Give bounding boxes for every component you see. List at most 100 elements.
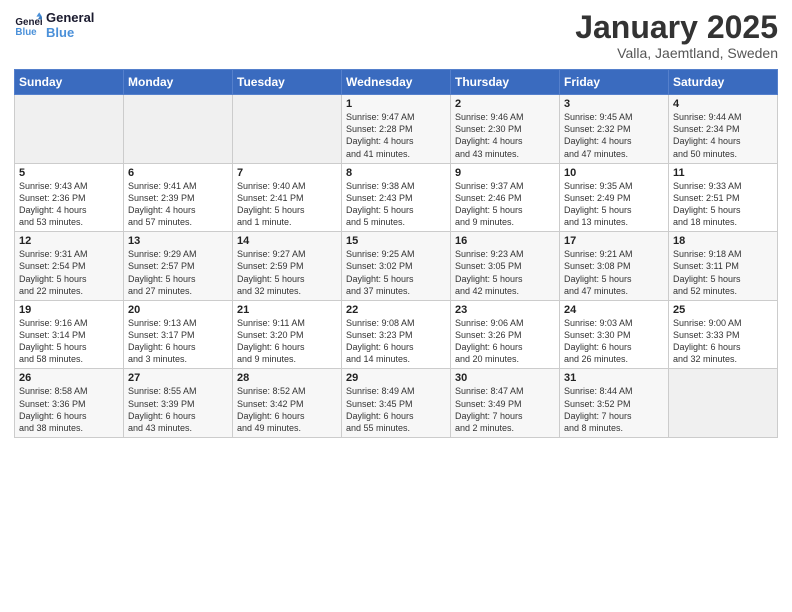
calendar-cell: [124, 95, 233, 164]
day-number: 23: [455, 304, 555, 316]
cell-content: Sunrise: 8:44 AM Sunset: 3:52 PM Dayligh…: [564, 385, 664, 434]
day-number: 10: [564, 167, 664, 179]
day-number: 31: [564, 372, 664, 384]
calendar-cell: 23Sunrise: 9:06 AM Sunset: 3:26 PM Dayli…: [451, 300, 560, 369]
cell-content: Sunrise: 9:13 AM Sunset: 3:17 PM Dayligh…: [128, 317, 228, 366]
day-number: 21: [237, 304, 337, 316]
cell-content: Sunrise: 9:16 AM Sunset: 3:14 PM Dayligh…: [19, 317, 119, 366]
cell-content: Sunrise: 9:43 AM Sunset: 2:36 PM Dayligh…: [19, 180, 119, 229]
day-number: 13: [128, 235, 228, 247]
cell-content: Sunrise: 9:03 AM Sunset: 3:30 PM Dayligh…: [564, 317, 664, 366]
cell-content: Sunrise: 9:29 AM Sunset: 2:57 PM Dayligh…: [128, 248, 228, 297]
cell-content: Sunrise: 9:47 AM Sunset: 2:28 PM Dayligh…: [346, 111, 446, 160]
day-number: 30: [455, 372, 555, 384]
day-number: 7: [237, 167, 337, 179]
calendar-cell: 31Sunrise: 8:44 AM Sunset: 3:52 PM Dayli…: [560, 369, 669, 438]
calendar-header-row: Sunday Monday Tuesday Wednesday Thursday…: [15, 70, 778, 95]
cell-content: Sunrise: 9:31 AM Sunset: 2:54 PM Dayligh…: [19, 248, 119, 297]
day-number: 25: [673, 304, 773, 316]
logo-blue: Blue: [46, 25, 94, 40]
cell-content: Sunrise: 9:44 AM Sunset: 2:34 PM Dayligh…: [673, 111, 773, 160]
calendar-cell: 10Sunrise: 9:35 AM Sunset: 2:49 PM Dayli…: [560, 163, 669, 232]
logo-general: General: [46, 10, 94, 25]
calendar-cell: 6Sunrise: 9:41 AM Sunset: 2:39 PM Daylig…: [124, 163, 233, 232]
header-wednesday: Wednesday: [342, 70, 451, 95]
day-number: 24: [564, 304, 664, 316]
calendar-cell: [15, 95, 124, 164]
calendar-table: Sunday Monday Tuesday Wednesday Thursday…: [14, 69, 778, 438]
calendar-cell: 2Sunrise: 9:46 AM Sunset: 2:30 PM Daylig…: [451, 95, 560, 164]
day-number: 27: [128, 372, 228, 384]
page: General Blue General Blue January 2025 V…: [0, 0, 792, 612]
svg-text:Blue: Blue: [15, 27, 37, 38]
calendar-cell: 28Sunrise: 8:52 AM Sunset: 3:42 PM Dayli…: [233, 369, 342, 438]
cell-content: Sunrise: 8:55 AM Sunset: 3:39 PM Dayligh…: [128, 385, 228, 434]
day-number: 12: [19, 235, 119, 247]
day-number: 1: [346, 98, 446, 110]
calendar-cell: 21Sunrise: 9:11 AM Sunset: 3:20 PM Dayli…: [233, 300, 342, 369]
calendar-cell: 22Sunrise: 9:08 AM Sunset: 3:23 PM Dayli…: [342, 300, 451, 369]
calendar-cell: 16Sunrise: 9:23 AM Sunset: 3:05 PM Dayli…: [451, 232, 560, 301]
day-number: 8: [346, 167, 446, 179]
day-number: 4: [673, 98, 773, 110]
calendar-cell: 7Sunrise: 9:40 AM Sunset: 2:41 PM Daylig…: [233, 163, 342, 232]
cell-content: Sunrise: 9:11 AM Sunset: 3:20 PM Dayligh…: [237, 317, 337, 366]
calendar-cell: 29Sunrise: 8:49 AM Sunset: 3:45 PM Dayli…: [342, 369, 451, 438]
logo-icon: General Blue: [14, 11, 42, 39]
day-number: 16: [455, 235, 555, 247]
calendar-cell: 14Sunrise: 9:27 AM Sunset: 2:59 PM Dayli…: [233, 232, 342, 301]
day-number: 22: [346, 304, 446, 316]
location-subtitle: Valla, Jaemtland, Sweden: [575, 45, 778, 61]
calendar-cell: 30Sunrise: 8:47 AM Sunset: 3:49 PM Dayli…: [451, 369, 560, 438]
header: General Blue General Blue January 2025 V…: [14, 10, 778, 61]
cell-content: Sunrise: 8:58 AM Sunset: 3:36 PM Dayligh…: [19, 385, 119, 434]
calendar-week-2: 5Sunrise: 9:43 AM Sunset: 2:36 PM Daylig…: [15, 163, 778, 232]
calendar-cell: 5Sunrise: 9:43 AM Sunset: 2:36 PM Daylig…: [15, 163, 124, 232]
cell-content: Sunrise: 9:08 AM Sunset: 3:23 PM Dayligh…: [346, 317, 446, 366]
header-sunday: Sunday: [15, 70, 124, 95]
day-number: 3: [564, 98, 664, 110]
cell-content: Sunrise: 9:40 AM Sunset: 2:41 PM Dayligh…: [237, 180, 337, 229]
calendar-cell: 25Sunrise: 9:00 AM Sunset: 3:33 PM Dayli…: [669, 300, 778, 369]
cell-content: Sunrise: 9:46 AM Sunset: 2:30 PM Dayligh…: [455, 111, 555, 160]
cell-content: Sunrise: 9:45 AM Sunset: 2:32 PM Dayligh…: [564, 111, 664, 160]
calendar-cell: 26Sunrise: 8:58 AM Sunset: 3:36 PM Dayli…: [15, 369, 124, 438]
day-number: 11: [673, 167, 773, 179]
calendar-cell: 1Sunrise: 9:47 AM Sunset: 2:28 PM Daylig…: [342, 95, 451, 164]
day-number: 18: [673, 235, 773, 247]
cell-content: Sunrise: 9:33 AM Sunset: 2:51 PM Dayligh…: [673, 180, 773, 229]
day-number: 14: [237, 235, 337, 247]
cell-content: Sunrise: 9:25 AM Sunset: 3:02 PM Dayligh…: [346, 248, 446, 297]
calendar-cell: 27Sunrise: 8:55 AM Sunset: 3:39 PM Dayli…: [124, 369, 233, 438]
calendar-cell: 4Sunrise: 9:44 AM Sunset: 2:34 PM Daylig…: [669, 95, 778, 164]
calendar-cell: 18Sunrise: 9:18 AM Sunset: 3:11 PM Dayli…: [669, 232, 778, 301]
calendar-week-1: 1Sunrise: 9:47 AM Sunset: 2:28 PM Daylig…: [15, 95, 778, 164]
calendar-week-3: 12Sunrise: 9:31 AM Sunset: 2:54 PM Dayli…: [15, 232, 778, 301]
calendar-cell: 15Sunrise: 9:25 AM Sunset: 3:02 PM Dayli…: [342, 232, 451, 301]
cell-content: Sunrise: 8:52 AM Sunset: 3:42 PM Dayligh…: [237, 385, 337, 434]
cell-content: Sunrise: 9:41 AM Sunset: 2:39 PM Dayligh…: [128, 180, 228, 229]
day-number: 28: [237, 372, 337, 384]
calendar-cell: 13Sunrise: 9:29 AM Sunset: 2:57 PM Dayli…: [124, 232, 233, 301]
cell-content: Sunrise: 9:06 AM Sunset: 3:26 PM Dayligh…: [455, 317, 555, 366]
header-friday: Friday: [560, 70, 669, 95]
cell-content: Sunrise: 9:35 AM Sunset: 2:49 PM Dayligh…: [564, 180, 664, 229]
calendar-cell: 12Sunrise: 9:31 AM Sunset: 2:54 PM Dayli…: [15, 232, 124, 301]
calendar-cell: [233, 95, 342, 164]
cell-content: Sunrise: 9:18 AM Sunset: 3:11 PM Dayligh…: [673, 248, 773, 297]
calendar-cell: 8Sunrise: 9:38 AM Sunset: 2:43 PM Daylig…: [342, 163, 451, 232]
calendar-cell: 3Sunrise: 9:45 AM Sunset: 2:32 PM Daylig…: [560, 95, 669, 164]
day-number: 9: [455, 167, 555, 179]
cell-content: Sunrise: 9:27 AM Sunset: 2:59 PM Dayligh…: [237, 248, 337, 297]
cell-content: Sunrise: 9:21 AM Sunset: 3:08 PM Dayligh…: [564, 248, 664, 297]
cell-content: Sunrise: 9:37 AM Sunset: 2:46 PM Dayligh…: [455, 180, 555, 229]
calendar-week-4: 19Sunrise: 9:16 AM Sunset: 3:14 PM Dayli…: [15, 300, 778, 369]
calendar-week-5: 26Sunrise: 8:58 AM Sunset: 3:36 PM Dayli…: [15, 369, 778, 438]
cell-content: Sunrise: 8:49 AM Sunset: 3:45 PM Dayligh…: [346, 385, 446, 434]
header-saturday: Saturday: [669, 70, 778, 95]
day-number: 20: [128, 304, 228, 316]
calendar-cell: 9Sunrise: 9:37 AM Sunset: 2:46 PM Daylig…: [451, 163, 560, 232]
day-number: 6: [128, 167, 228, 179]
calendar-cell: 20Sunrise: 9:13 AM Sunset: 3:17 PM Dayli…: [124, 300, 233, 369]
day-number: 5: [19, 167, 119, 179]
